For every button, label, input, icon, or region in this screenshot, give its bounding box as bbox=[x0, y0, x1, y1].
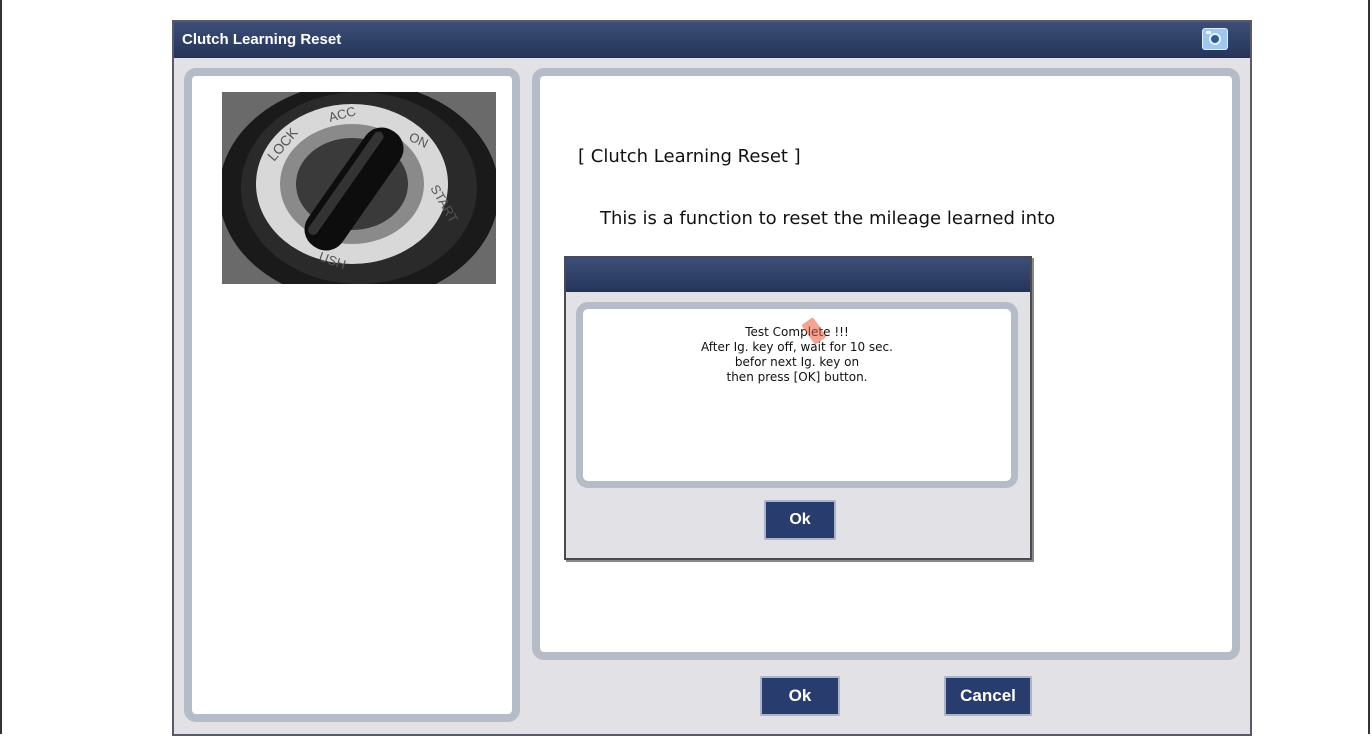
dialog-message-box: Test Complete !!! After Ig. key off, wai… bbox=[576, 302, 1018, 488]
camera-icon[interactable] bbox=[1202, 28, 1228, 50]
window-title: Clutch Learning Reset bbox=[182, 31, 342, 48]
ignition-key-image: LOCK ACC ON START USH bbox=[222, 92, 496, 284]
camera-lens bbox=[1209, 33, 1221, 45]
cancel-button[interactable]: Cancel bbox=[944, 676, 1032, 716]
window-titlebar: Clutch Learning Reset bbox=[174, 22, 1250, 58]
test-complete-dialog: Test Complete !!! After Ig. key off, wai… bbox=[564, 256, 1032, 560]
dialog-message-line-3: befor next Ig. key on bbox=[734, 355, 860, 369]
function-description: This is a function to reset the mileage … bbox=[600, 208, 1056, 229]
dialog-message-line-2: After Ig. key off, wait for 10 sec. bbox=[701, 340, 893, 354]
left-panel: LOCK ACC ON START USH bbox=[184, 68, 520, 722]
ok-button[interactable]: Ok bbox=[760, 676, 840, 716]
ignition-key-graphic: LOCK ACC ON START USH bbox=[222, 92, 496, 284]
dialog-titlebar bbox=[566, 258, 1030, 292]
dialog-message-line-4: then press [OK] button. bbox=[726, 370, 868, 384]
dialog-message-line-1: Test Complete !!! bbox=[745, 325, 849, 339]
section-heading: [ Clutch Learning Reset ] bbox=[578, 146, 801, 167]
dialog-ok-button[interactable]: Ok bbox=[764, 500, 836, 540]
